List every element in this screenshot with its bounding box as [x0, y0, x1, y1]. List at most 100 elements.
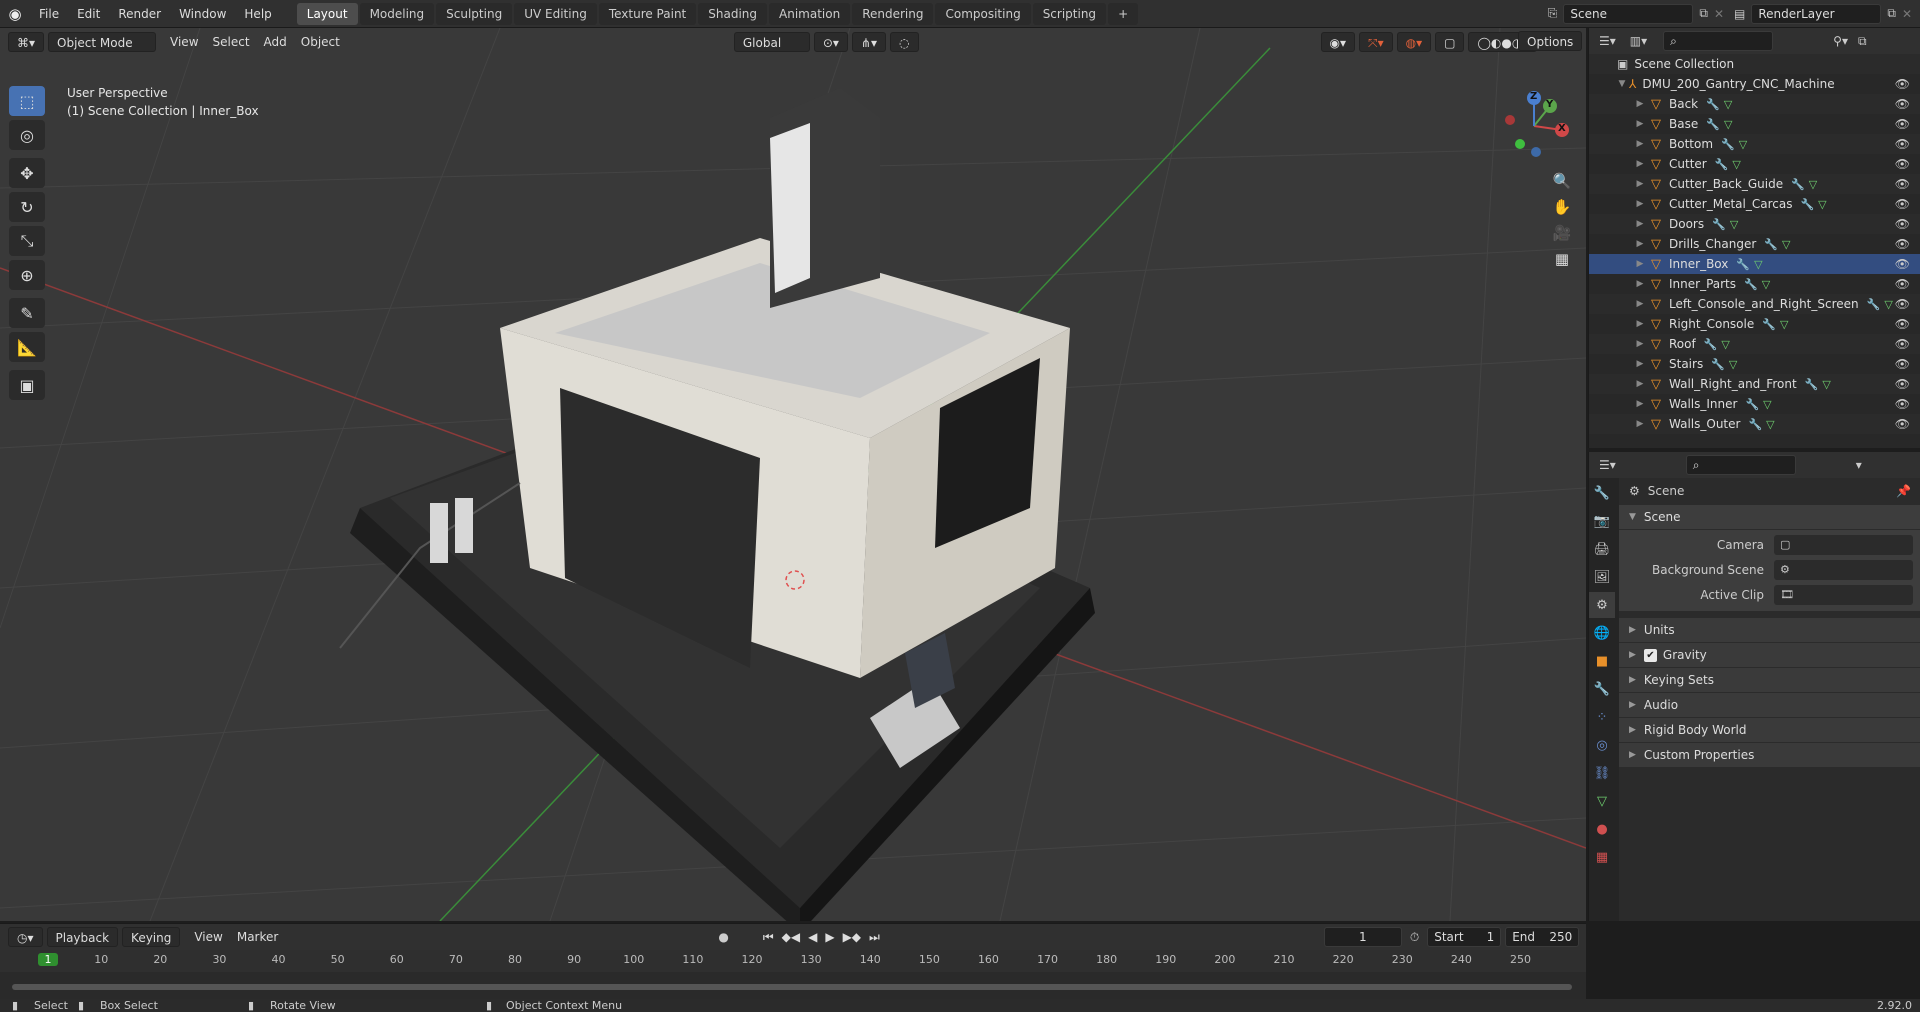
mesh-data-icon[interactable]: ▽ — [1729, 358, 1737, 371]
start-frame-field[interactable]: Start 1 — [1427, 927, 1502, 947]
timeline-view-menu[interactable]: View — [194, 930, 222, 944]
expand-right-icon[interactable]: ▶ — [1633, 279, 1647, 289]
expand-down-icon[interactable]: ▼ — [1615, 79, 1629, 89]
filter-icon[interactable]: ⚲▾ — [1833, 34, 1848, 48]
modifier-tab-icon[interactable]: 🔧 — [1589, 676, 1615, 702]
transform-orientation-dropdown[interactable]: Global — [733, 32, 810, 52]
new-collection-icon[interactable]: ⧉ — [1858, 34, 1867, 49]
mesh-data-icon[interactable]: ▽ — [1739, 138, 1747, 151]
eye-icon[interactable]: 👁 — [1895, 117, 1910, 131]
tab-shading[interactable]: Shading — [698, 2, 767, 25]
timeline-editor-icon[interactable]: ◷▾ — [8, 927, 43, 947]
modifier-wrench-icon[interactable]: 🔧 — [1867, 298, 1881, 311]
mesh-data-icon[interactable]: ▽ — [1822, 378, 1830, 391]
tab-animation[interactable]: Animation — [769, 2, 851, 25]
menu-render[interactable]: Render — [109, 0, 170, 28]
modifier-wrench-icon[interactable]: 🔧 — [1764, 238, 1778, 251]
outliner-item-row[interactable]: ▶ ▽ Inner_Box 🔧 ▽ 👁 — [1589, 254, 1920, 274]
eye-icon[interactable]: 👁 — [1895, 217, 1910, 231]
modifier-wrench-icon[interactable]: 🔧 — [1711, 358, 1725, 371]
view-layer-tab-icon[interactable]: 🖼 — [1589, 564, 1615, 590]
tab-scripting[interactable]: Scripting — [1032, 2, 1107, 25]
modifier-wrench-icon[interactable]: 🔧 — [1745, 398, 1759, 411]
scene-name-field[interactable]: Scene — [1563, 3, 1694, 24]
outliner-item-row[interactable]: ▶ ▽ Cutter_Metal_Carcas 🔧 ▽ 👁 — [1589, 194, 1920, 214]
menu-add[interactable]: Add — [264, 35, 287, 49]
mesh-data-icon[interactable]: ▽ — [1782, 238, 1790, 251]
modifier-wrench-icon[interactable]: 🔧 — [1800, 198, 1814, 211]
tab-rendering[interactable]: Rendering — [852, 2, 934, 25]
modifier-wrench-icon[interactable]: 🔧 — [1791, 178, 1805, 191]
eye-icon[interactable]: 👁 — [1895, 297, 1910, 311]
perspective-grid-icon[interactable]: ▦ — [1548, 246, 1576, 272]
data-tab-icon[interactable]: ▽ — [1589, 788, 1615, 814]
select-box-tool-icon[interactable]: ⬚ — [9, 86, 45, 116]
object-mode-dropdown[interactable]: Object Mode — [48, 32, 157, 52]
collection-row[interactable]: ▼ ⅄ DMU_200_Gantry_CNC_Machine 👁 — [1589, 74, 1920, 94]
jump-end-icon[interactable]: ⏭ — [869, 930, 880, 945]
expand-right-icon[interactable]: ▶ — [1633, 119, 1647, 129]
eye-icon[interactable]: 👁 — [1895, 277, 1910, 291]
add-workspace-button[interactable]: + — [1108, 2, 1139, 25]
expand-right-icon[interactable]: ▶ — [1633, 99, 1647, 109]
proportional-edit-icon[interactable]: ◌ — [890, 32, 919, 52]
scene-tab-icon[interactable]: ⚙ — [1589, 592, 1615, 618]
modifier-wrench-icon[interactable]: 🔧 — [1715, 158, 1729, 171]
tab-sculpting[interactable]: Sculpting — [436, 2, 513, 25]
options-dropdown[interactable]: Options — [1518, 31, 1583, 51]
scene-selector-icon[interactable]: ⎘ — [1548, 6, 1558, 21]
eye-icon[interactable]: 👁 — [1895, 77, 1910, 91]
outliner-item-row[interactable]: ▶ ▽ Drills_Changer 🔧 ▽ 👁 — [1589, 234, 1920, 254]
eye-icon[interactable]: 👁 — [1895, 157, 1910, 171]
expand-right-icon[interactable]: ▶ — [1633, 299, 1647, 309]
outliner-item-row[interactable]: ▶ ▽ Doors 🔧 ▽ 👁 — [1589, 214, 1920, 234]
measure-tool-icon[interactable]: 📐 — [9, 332, 45, 362]
texture-tab-icon[interactable]: ▦ — [1589, 844, 1615, 870]
modifier-wrench-icon[interactable]: 🔧 — [1721, 138, 1735, 151]
menu-window[interactable]: Window — [170, 0, 235, 28]
tab-layout[interactable]: Layout — [296, 2, 358, 25]
expand-right-icon[interactable]: ▶ — [1633, 239, 1647, 249]
scene-collection-row[interactable]: ▣ Scene Collection — [1589, 54, 1920, 74]
camera-field[interactable]: ▢ — [1774, 534, 1913, 555]
new-view-layer-icon[interactable]: ⧉ — [1887, 6, 1896, 21]
mesh-data-icon[interactable]: ▽ — [1762, 278, 1770, 291]
world-tab-icon[interactable]: 🌐 — [1589, 620, 1615, 646]
menu-help[interactable]: Help — [235, 0, 280, 28]
camera-view-icon[interactable]: 🎥 — [1548, 220, 1576, 246]
tab-modeling[interactable]: Modeling — [359, 2, 435, 25]
audio-section[interactable]: ▶ Audio — [1619, 693, 1920, 717]
tab-texture-paint[interactable]: Texture Paint — [598, 2, 697, 25]
marker-menu[interactable]: Marker — [237, 930, 278, 944]
eye-icon[interactable]: 👁 — [1895, 397, 1910, 411]
outliner-item-row[interactable]: ▶ ▽ Walls_Outer 🔧 ▽ 👁 — [1589, 414, 1920, 434]
gravity-checkbox[interactable]: ✔ — [1643, 648, 1657, 662]
modifier-wrench-icon[interactable]: 🔧 — [1706, 98, 1720, 111]
properties-options-icon[interactable]: ▾ — [1856, 458, 1862, 472]
new-scene-icon[interactable]: ⧉ — [1699, 6, 1708, 21]
mesh-data-icon[interactable]: ▽ — [1721, 338, 1729, 351]
frame-ruler[interactable]: 1 10 20 30 40 50 60 70 80 90 100 110 120 130 140 150 160… — [0, 950, 1586, 972]
modifier-wrench-icon[interactable]: 🔧 — [1805, 378, 1819, 391]
tab-uv-editing[interactable]: UV Editing — [514, 2, 597, 25]
display-mode-icon[interactable]: ▥▾ — [1630, 34, 1647, 48]
move-tool-icon[interactable]: ✥ — [9, 158, 45, 188]
modifier-wrench-icon[interactable]: 🔧 — [1748, 418, 1762, 431]
transform-tool-icon[interactable]: ⊕ — [9, 260, 45, 290]
render-tab-icon[interactable]: 📷 — [1589, 508, 1615, 534]
current-frame-field[interactable]: 1 — [1323, 927, 1402, 947]
modifier-wrench-icon[interactable]: 🔧 — [1706, 118, 1720, 131]
eye-icon[interactable]: 👁 — [1895, 317, 1910, 331]
outliner-item-row[interactable]: ▶ ▽ Stairs 🔧 ▽ 👁 — [1589, 354, 1920, 374]
mesh-data-icon[interactable]: ▽ — [1818, 198, 1826, 211]
pin-icon[interactable]: 📌 — [1896, 484, 1911, 498]
outliner-item-row[interactable]: ▶ ▽ Wall_Right_and_Front 🔧 ▽ 👁 — [1589, 374, 1920, 394]
gizmo-toggle-icon[interactable]: ⤧▾ — [1359, 32, 1393, 52]
mesh-data-icon[interactable]: ▽ — [1724, 118, 1732, 131]
mesh-data-icon[interactable]: ▽ — [1730, 218, 1738, 231]
timeline-scrollbar[interactable] — [12, 984, 1572, 990]
eye-icon[interactable]: 👁 — [1895, 97, 1910, 111]
play-icon[interactable]: ▶ — [825, 930, 834, 944]
expand-right-icon[interactable]: ▶ — [1633, 399, 1647, 409]
mesh-data-icon[interactable]: ▽ — [1763, 398, 1771, 411]
